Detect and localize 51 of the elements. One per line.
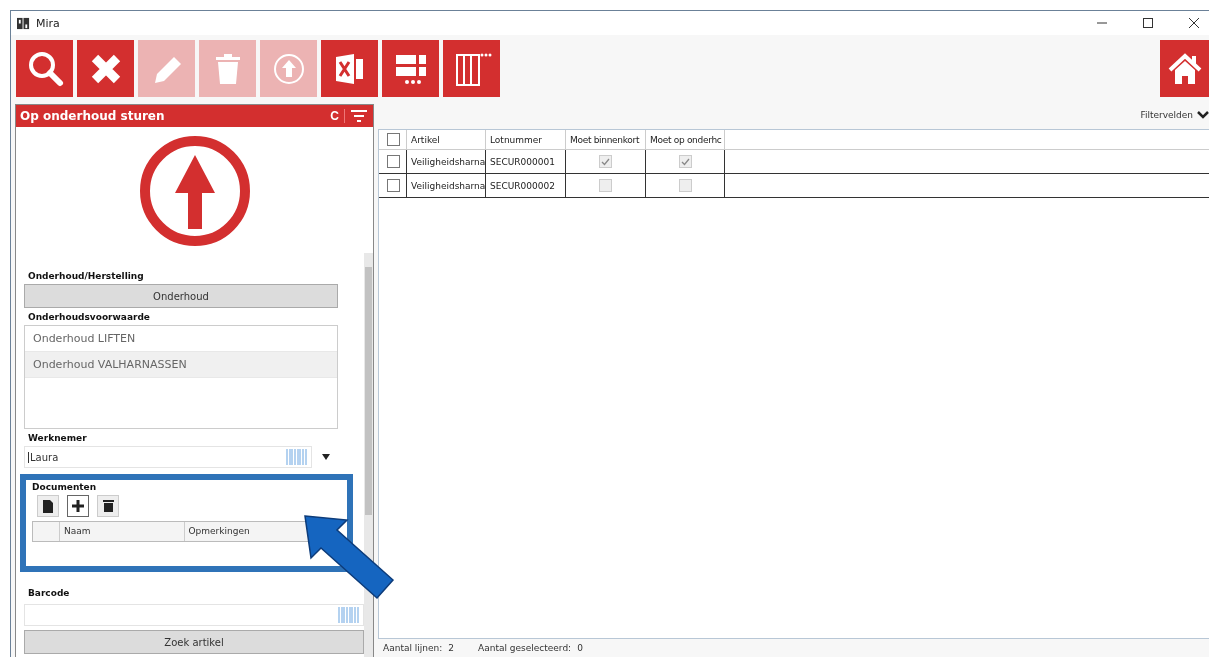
dropdown-caret-icon[interactable] [322,454,330,460]
trash-icon [102,500,114,512]
refresh-button[interactable]: C [330,109,345,123]
select-all-checkbox[interactable] [387,133,400,146]
add-button[interactable] [67,495,89,517]
columns-button[interactable] [443,40,500,97]
table-cell: Veiligheidsharna [407,174,486,197]
document-icon [43,499,53,513]
column-header: Naam [60,522,185,541]
status-label: Aantal geselecteerd: [478,643,572,653]
column-header[interactable]: Lotnummer [486,130,566,149]
excel-export-button[interactable] [321,40,378,97]
home-button[interactable] [1160,40,1209,97]
column-header[interactable]: Moet binnenkort [566,130,646,149]
plus-icon [72,500,84,512]
maximize-icon[interactable] [1143,18,1153,28]
search-article-button[interactable]: Zoek artikel [24,630,364,654]
table-cell: SECUR000001 [486,150,566,173]
chevron-icon [1197,111,1209,119]
column-header[interactable]: Artikel [407,130,486,149]
search-button[interactable] [16,40,73,97]
section-label: Documenten [32,482,98,492]
form-button[interactable] [382,40,439,97]
table-cell: SECUR000002 [486,174,566,197]
maintenance-type-button[interactable]: Onderhoud [24,284,338,308]
table-cell: Veiligheidsharna [407,150,486,173]
field-label: Onderhoudsvoorwaarde [28,312,151,322]
employee-field[interactable]: Laura [24,446,312,468]
panel-title: Op onderhoud sturen [20,109,165,123]
column-header[interactable]: Moet op onderhc [646,130,725,149]
status-label: Aantal lijnen: [383,643,443,653]
filter-fields-toggle[interactable]: Filtervelden [1140,110,1209,120]
delete-document-button[interactable] [97,495,119,517]
row-checkbox[interactable] [387,155,400,168]
close-icon[interactable] [1189,18,1199,28]
cancel-button[interactable] [77,40,134,97]
document-button[interactable] [37,495,59,517]
field-label: Barcode [28,588,71,598]
app-logo-icon [17,16,30,30]
filter-icon[interactable] [351,110,367,122]
field-label: Onderhoud/Herstelling [28,271,145,281]
window-title: Mira [36,16,60,30]
row-checkbox[interactable] [387,179,400,192]
field-label: Werknemer [28,433,88,443]
condition-item[interactable]: Onderhoud VALHARNASSEN [25,352,337,378]
scrollbar[interactable] [364,253,373,657]
status-value: 0 [577,643,583,653]
barcode-field[interactable] [24,604,364,626]
status-value: 2 [448,643,454,653]
barcode-icon [338,607,360,623]
barcode-icon [286,449,308,465]
